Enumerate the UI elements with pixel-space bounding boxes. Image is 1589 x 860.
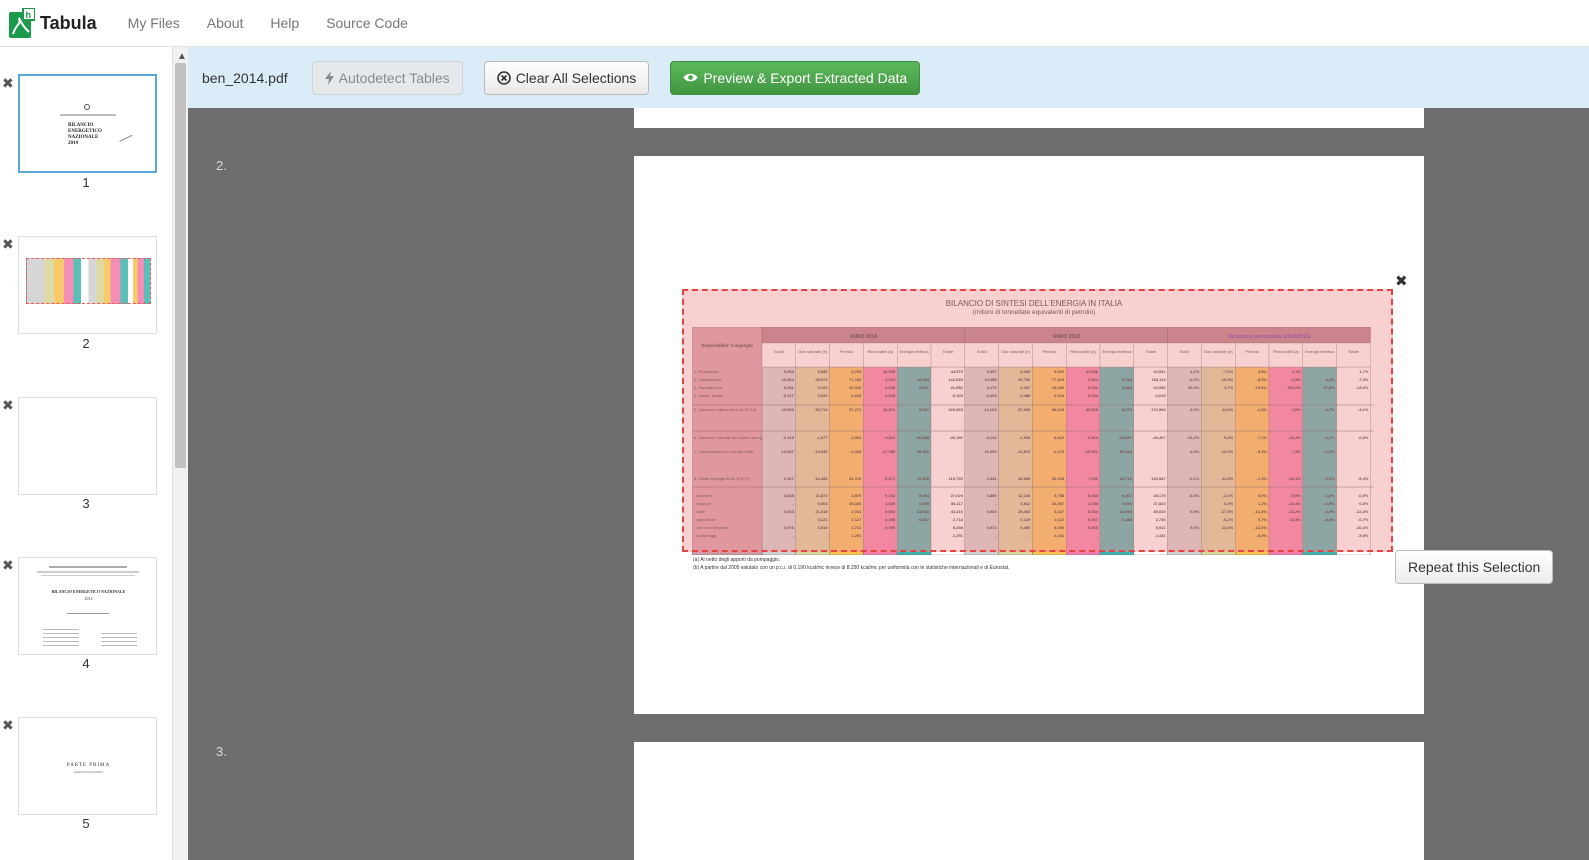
page-thumbnail-2[interactable]: [18, 236, 157, 334]
sidebar-scrollbar[interactable]: ▲: [172, 47, 188, 860]
page-number-4: 4: [82, 656, 90, 671]
signature-mark: [117, 131, 133, 142]
thumbnail-selection-preview: [26, 258, 151, 304]
nav-link-about[interactable]: About: [207, 15, 244, 31]
page-thumbnail-1[interactable]: BILANCIO ENERGETICO NAZIONALE 2014: [18, 74, 157, 173]
page-label-2: 2.: [216, 158, 227, 173]
remove-page-icon[interactable]: ✖: [2, 397, 14, 414]
repeat-selection-button[interactable]: Repeat this Selection: [1395, 550, 1554, 584]
nav-link-help[interactable]: Help: [270, 15, 299, 31]
page-number-5: 5: [82, 816, 90, 831]
remove-selection-icon[interactable]: ✖: [1395, 272, 1408, 290]
remove-page-icon[interactable]: ✖: [2, 717, 14, 734]
clear-all-selections-button[interactable]: Clear All Selections: [483, 60, 650, 95]
footnote-a: (a) Al netto degli apporti da pompaggio.: [693, 557, 781, 563]
brand[interactable]: h Tabula: [9, 8, 97, 38]
brand-name: Tabula: [40, 12, 97, 33]
lightning-icon: [324, 70, 334, 85]
pdf-viewer: 2. BILANCIO DI SINTESI DELL'ENERGIA IN I…: [188, 108, 1589, 860]
scrollbar-thumb[interactable]: [175, 63, 186, 468]
page-number-2: 2: [82, 336, 90, 351]
page-thumbnails-sidebar: ✖ BILANCIO ENERGETICO NAZIONALE 2014 1 ✖…: [0, 47, 172, 860]
page-thumbnail-5[interactable]: PARTE PRIMA ANALISI DI QUADRO: [18, 717, 157, 815]
footnote-b: (b) A partire dal 2005 valutato con un p…: [693, 565, 1010, 571]
remove-page-icon[interactable]: ✖: [2, 75, 14, 92]
page-number-1: 1: [82, 175, 90, 190]
page-label-3: 3.: [216, 744, 227, 759]
document-toolbar: ben_2014.pdf Autodetect Tables Clear All…: [188, 47, 1589, 108]
remove-circle-icon: [496, 70, 511, 85]
preview-export-button[interactable]: Preview & Export Extracted Data: [670, 60, 921, 95]
autodetect-tables-button[interactable]: Autodetect Tables: [311, 60, 463, 95]
pdf-page-1: [634, 108, 1424, 128]
svg-text:h: h: [26, 10, 32, 20]
top-navbar: h Tabula My Files About Help Source Code: [0, 0, 1589, 47]
eye-icon: [683, 72, 698, 83]
emblem-icon: [84, 104, 90, 110]
remove-page-icon[interactable]: ✖: [2, 236, 14, 253]
tabula-logo-icon: h: [9, 8, 35, 38]
scroll-up-icon[interactable]: ▲: [177, 51, 187, 62]
nav-link-my-files[interactable]: My Files: [128, 15, 180, 31]
nav-link-source-code[interactable]: Source Code: [326, 15, 408, 31]
remove-page-icon[interactable]: ✖: [2, 557, 14, 574]
pdf-filename: ben_2014.pdf: [202, 69, 288, 86]
page-number-3: 3: [82, 496, 90, 511]
page-thumbnail-3[interactable]: [18, 397, 157, 495]
page-thumbnail-4[interactable]: BILANCIO ENERGETICO NAZIONALE 2014: [18, 557, 157, 655]
table-selection-area[interactable]: [682, 289, 1393, 552]
pdf-page-3: [634, 742, 1424, 860]
